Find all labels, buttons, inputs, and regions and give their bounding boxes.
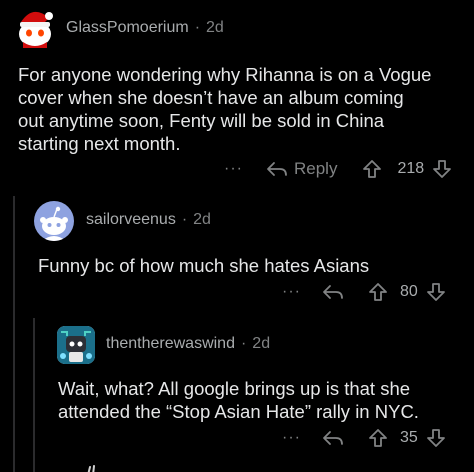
snoo-santa-avatar-icon [19, 11, 53, 48]
reply-button[interactable] [322, 283, 344, 301]
downvote-button[interactable] [432, 159, 452, 179]
comment-age: 2d [193, 211, 211, 228]
username[interactable]: thentherewaswind [106, 335, 235, 353]
comment-body: Funny bc of how much she hates Asians [38, 255, 370, 276]
comment-actions: ··· 35 [282, 427, 446, 449]
downvote-button[interactable] [426, 282, 446, 302]
comment-header: GlassPomoerium · 2d [66, 19, 224, 37]
upvote-button[interactable] [362, 159, 382, 179]
thread-line-level-2[interactable] [33, 318, 35, 472]
more-options-button[interactable]: ··· [224, 160, 258, 178]
comment-thread: GlassPomoerium · 2d For anyone wondering… [0, 0, 474, 472]
comment-header: sailorveenus · 2d [86, 211, 211, 229]
comment-actions: ··· Reply 218 [224, 157, 452, 181]
comment-actions: ··· 80 [282, 281, 446, 303]
comment-age: 2d [252, 335, 271, 352]
vote-score: 35 [400, 429, 418, 446]
downvote-arrow-icon [433, 160, 452, 178]
username[interactable]: sailorveenus [86, 211, 176, 229]
reply-button[interactable] [322, 429, 344, 447]
avatar[interactable] [13, 4, 57, 50]
vote-score: 80 [400, 283, 418, 300]
vote-score: 218 [397, 160, 425, 177]
username[interactable]: GlassPomoerium [66, 19, 189, 37]
upvote-button[interactable] [368, 282, 388, 302]
snoo-default-avatar-icon [40, 206, 68, 241]
avatar[interactable] [34, 201, 74, 241]
upvote-arrow-icon [363, 160, 382, 178]
reply-button[interactable]: Reply [266, 159, 337, 179]
comment-body: For anyone wondering why Rihanna is on a… [18, 64, 432, 154]
comment-body: Wait, what? All google brings up is that… [58, 378, 419, 422]
upvote-button[interactable] [368, 428, 388, 448]
comment-age: 2d [206, 19, 224, 36]
more-options-button[interactable]: ··· [282, 283, 312, 301]
reply-arrow-icon [323, 285, 343, 299]
downvote-arrow-icon [426, 429, 445, 447]
separator-dot: · [181, 211, 188, 228]
downvote-button[interactable] [426, 428, 446, 448]
partial-avatar-icon [87, 465, 95, 472]
reply-arrow-icon [267, 162, 287, 176]
reply-label: Reply [294, 159, 338, 178]
robot-avatar-icon [57, 326, 95, 364]
separator-dot: · [240, 335, 247, 352]
avatar[interactable] [84, 462, 108, 472]
separator-dot: · [194, 19, 201, 36]
comment-header: thentherewaswind · 2d [106, 335, 270, 353]
upvote-arrow-icon [369, 283, 387, 301]
downvote-arrow-icon [426, 283, 445, 301]
more-options-button[interactable]: ··· [282, 429, 312, 447]
upvote-arrow-icon [369, 429, 387, 447]
reply-arrow-icon [323, 431, 343, 445]
avatar[interactable] [57, 326, 95, 364]
thread-line-level-1[interactable] [13, 196, 15, 472]
